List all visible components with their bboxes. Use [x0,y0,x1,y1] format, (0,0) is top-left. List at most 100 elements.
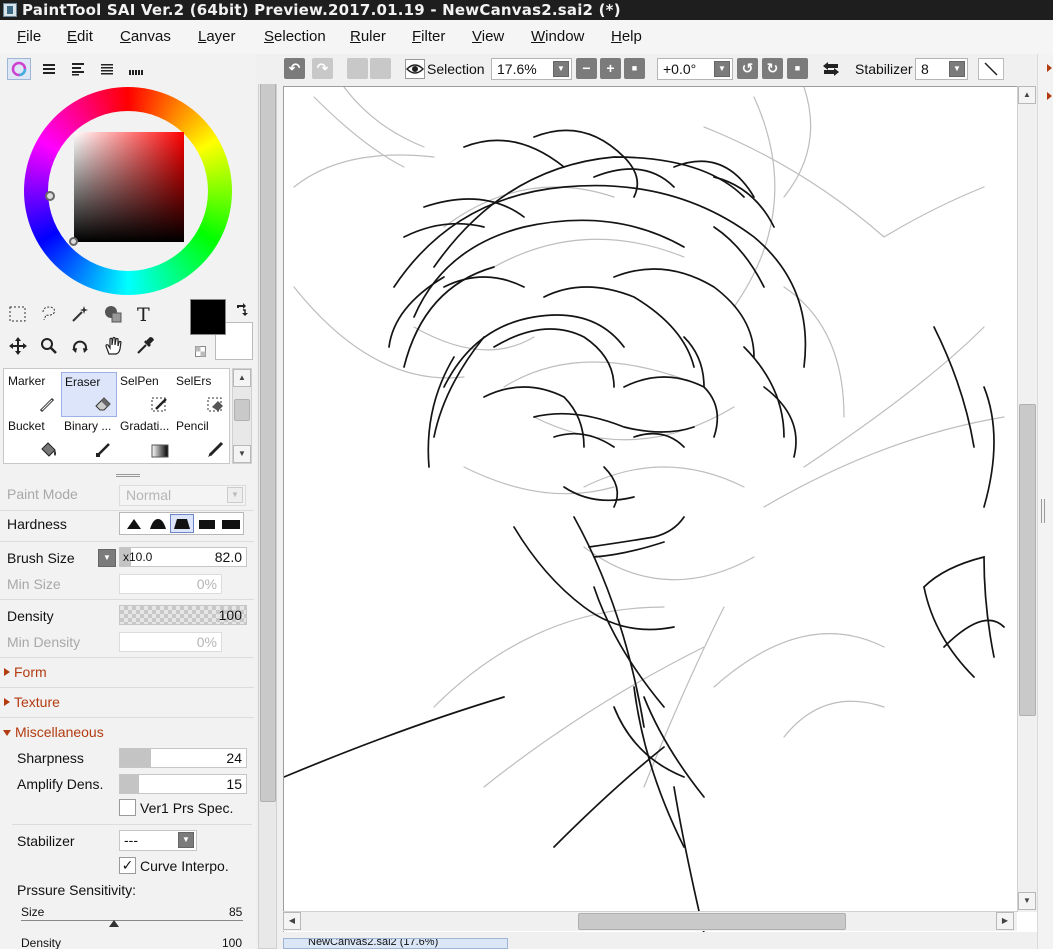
ver1-pressure-checkbox[interactable] [119,799,136,816]
scroll-up-icon[interactable]: ▲ [1018,86,1036,104]
menu-canvas[interactable]: Canvas [120,28,171,45]
scroll-right-icon[interactable]: ▶ [996,912,1014,930]
menu-help[interactable]: Help [611,28,642,45]
menu-selection[interactable]: Selection [264,28,326,45]
hardness-option-1[interactable] [122,515,146,532]
brush-size-multiplier-dropdown[interactable]: ▼ [98,549,116,567]
tool-panel-scrollbar[interactable]: ▲ [258,56,277,949]
rotate-right-button[interactable]: ↻ [762,58,783,79]
foreground-color-swatch[interactable] [190,299,226,335]
hardness-option-2[interactable] [146,515,170,532]
scroll-left-icon[interactable]: ◀ [283,912,301,930]
brush-selers[interactable]: SelErs [173,372,229,417]
hand-tool[interactable] [99,332,127,360]
rotation-field[interactable]: +0.0° ▼ [657,58,733,80]
menu-view[interactable]: View [472,28,504,45]
min-size-slider[interactable]: 0% [119,574,222,594]
stabilizer-toolbar-field[interactable]: 8 ▼ [915,58,968,80]
magic-wand-tool[interactable] [66,300,94,328]
hardness-option-3[interactable] [170,514,194,533]
drawing-canvas[interactable] [283,86,1037,932]
amplify-density-slider[interactable]: 15 [119,774,247,794]
zoom-in-button[interactable]: + [600,58,621,79]
scroll-thumb[interactable] [234,399,250,421]
scroll-thumb[interactable] [1019,404,1036,716]
density-slider[interactable]: 100 [119,605,247,625]
rotation-reset-button[interactable]: ■ [787,58,808,79]
brush-marker[interactable]: Marker [5,372,61,417]
redo-button[interactable]: ↷ [312,58,333,79]
canvas-vertical-scrollbar[interactable]: ▲ ▼ [1017,86,1037,912]
selection-pen-icon [151,397,167,412]
eyedropper-tool[interactable] [131,332,159,360]
rect-select-tool[interactable] [4,300,32,328]
scroll-down-icon[interactable]: ▼ [233,445,251,463]
hsv-sliders-button[interactable] [66,58,90,80]
zoom-out-button[interactable]: − [576,58,597,79]
brush-bucket[interactable]: Bucket [5,417,61,462]
flip-horizontal-button[interactable] [820,59,842,79]
hue-marker[interactable] [45,191,55,201]
color-wheel[interactable] [24,87,232,295]
scroll-up-icon[interactable]: ▲ [233,369,251,387]
transparent-color-icon[interactable] [195,344,206,357]
hardness-option-5[interactable] [219,515,243,532]
color-wheel-mode-button[interactable] [7,58,31,80]
sharpness-slider[interactable]: 24 [119,748,247,768]
text-tool[interactable]: T [131,300,159,328]
curve-interpolation-checkbox[interactable]: ✓ [119,857,136,874]
swatches-button[interactable] [124,58,148,80]
slider-thumb-icon[interactable] [109,920,119,927]
zoom-field[interactable]: 17.6% ▼ [491,58,572,80]
brush-pencil[interactable]: Pencil [173,417,229,462]
rotate-left-button[interactable]: ↺ [737,58,758,79]
menu-filter[interactable]: Filter [412,28,445,45]
canvas-horizontal-scrollbar[interactable]: ◀ ▶ [283,911,1017,931]
brush-grid-scrollbar[interactable]: ▲ ▼ [232,368,252,464]
menu-file[interactable]: File [17,28,41,45]
canvas-tab[interactable]: NewCanvas2.sai2 (17.6%) [283,938,508,949]
scroll-down-icon[interactable]: ▼ [1018,892,1036,910]
texture-section-toggle[interactable]: Texture [4,694,60,710]
panel-splitter-grip[interactable] [116,474,140,477]
straight-line-button[interactable] [978,58,1004,80]
lasso-tool[interactable] [35,300,63,328]
scroll-thumb[interactable] [578,913,846,930]
min-density-slider[interactable]: 0% [119,632,222,652]
splitter-grip[interactable] [1041,499,1045,523]
brush-label: Gradati... [120,419,170,433]
rgb-sliders-button[interactable] [37,58,61,80]
swap-colors-icon[interactable] [234,303,248,317]
zoom-reset-button[interactable]: ■ [624,58,645,79]
expand-arrow-icon[interactable] [1047,92,1052,100]
color-mixer-button[interactable] [95,58,119,80]
invert-selection-button[interactable] [370,58,391,79]
menu-ruler[interactable]: Ruler [350,28,386,45]
pressure-size-slider[interactable] [21,920,243,921]
brush-selpen[interactable]: SelPen [117,372,173,417]
scroll-thumb[interactable] [260,77,276,802]
form-section-toggle[interactable]: Form [4,664,47,680]
sv-marker[interactable] [69,237,78,246]
brush-size-slider[interactable]: x10.0 82.0 [119,547,247,567]
misc-section-toggle[interactable]: Miscellaneous [3,724,104,740]
saturation-value-square[interactable] [74,132,184,242]
paint-mode-select[interactable]: Normal ▼ [119,485,246,506]
hardness-selector [119,512,244,535]
menu-layer[interactable]: Layer [198,28,236,45]
stabilizer-select[interactable]: --- ▼ [119,830,197,851]
expand-arrow-icon[interactable] [1047,64,1052,72]
undo-button[interactable]: ↶ [284,58,305,79]
menu-window[interactable]: Window [531,28,584,45]
rotate-tool[interactable] [66,332,94,360]
move-tool[interactable] [4,332,32,360]
brush-gradation[interactable]: Gradati... [117,417,173,462]
deselect-button[interactable] [347,58,368,79]
menu-edit[interactable]: Edit [67,28,93,45]
brush-eraser[interactable]: Eraser [61,372,117,417]
brush-binary[interactable]: Binary ... [61,417,117,462]
hardness-option-4[interactable] [195,515,219,532]
selection-visibility-toggle[interactable] [405,59,425,79]
zoom-tool[interactable] [35,332,63,360]
shape-tool[interactable] [99,300,127,328]
